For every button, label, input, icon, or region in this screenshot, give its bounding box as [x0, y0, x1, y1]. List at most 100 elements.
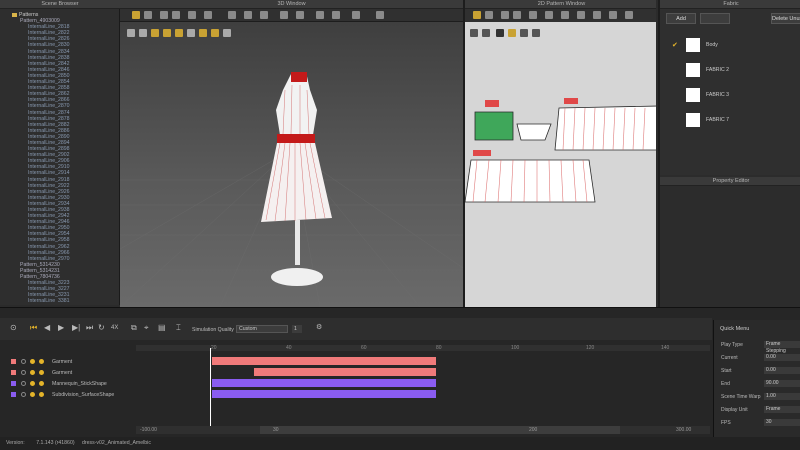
track-clip[interactable] [212, 357, 436, 365]
sew-icon[interactable] [204, 11, 212, 19]
texture-icon[interactable] [280, 11, 288, 19]
window-3d[interactable]: 3D Window [120, 0, 463, 307]
cursor-icon[interactable]: ⌶ [176, 324, 181, 332]
lock-icon[interactable] [30, 359, 35, 364]
viewport-3d[interactable] [120, 0, 463, 307]
visible-icon[interactable] [21, 381, 26, 386]
text-tool-icon[interactable] [520, 29, 528, 37]
solo-icon[interactable] [39, 359, 44, 364]
avatar-show-icon[interactable] [199, 29, 207, 37]
trash-icon[interactable]: ▤ [158, 324, 166, 332]
track-header[interactable]: Garment [0, 357, 136, 367]
view-icon[interactable] [127, 29, 135, 37]
timeline-scrollbar[interactable]: -100.00 30 200 300.00 [136, 426, 710, 434]
key-icon[interactable]: ⌖ [144, 324, 149, 332]
visible-icon[interactable] [21, 359, 26, 364]
pleat-icon[interactable] [609, 11, 617, 19]
stamp-icon[interactable] [532, 29, 540, 37]
window-2d[interactable]: 2D Pattern Window [463, 0, 656, 307]
speed-label[interactable]: 4X [111, 324, 118, 332]
eraser-icon[interactable] [482, 29, 490, 37]
rectangle-icon[interactable] [513, 11, 521, 19]
solo-icon[interactable] [39, 370, 44, 375]
measure-icon[interactable] [228, 11, 236, 19]
quick-menu-value[interactable]: 0.00 [764, 354, 800, 361]
skeleton-icon[interactable] [211, 29, 219, 37]
frame-ruler[interactable]: 20 40 60 80 100 120 140 [136, 345, 710, 351]
lock-icon[interactable] [30, 392, 35, 397]
edit-point-icon[interactable] [485, 11, 493, 19]
quick-menu-value[interactable]: Frame [764, 406, 800, 413]
puff-icon[interactable] [316, 11, 324, 19]
settings-icon[interactable]: ⚙ [316, 324, 322, 332]
scroll-thumb[interactable] [260, 426, 620, 434]
track-header[interactable]: Mannequin_StickShape [0, 379, 136, 389]
add-fabric-button[interactable]: Add [666, 13, 696, 24]
fabric-item[interactable]: FABRIC 7 [670, 111, 800, 131]
shirt-icon[interactable] [187, 29, 195, 37]
record-icon[interactable]: ⊙ [10, 324, 17, 332]
loop-icon[interactable]: ↻ [98, 324, 105, 332]
quick-menu-value[interactable]: 0.00 [764, 367, 800, 374]
light-icon[interactable] [139, 29, 147, 37]
arrange-icon[interactable] [223, 29, 231, 37]
segment-icon[interactable] [593, 11, 601, 19]
lock-icon[interactable] [30, 370, 35, 375]
trace-icon[interactable] [561, 11, 569, 19]
copy-icon[interactable]: ⧉ [131, 324, 137, 332]
fabric-item[interactable]: FABRIC 3 [670, 86, 800, 106]
quick-menu-value[interactable]: 30 [764, 419, 800, 426]
tack-icon[interactable] [172, 11, 180, 19]
quick-menu-value[interactable]: Frame Stepping [764, 341, 800, 354]
camera-icon[interactable] [260, 11, 268, 19]
track-clip[interactable] [254, 368, 436, 376]
delete-unused-button[interactable]: Delete Unused [771, 13, 800, 24]
seam-icon[interactable] [577, 11, 585, 19]
scene-tree[interactable]: Patterns Pattern_4903009 InternalLine_2818… [0, 12, 118, 302]
transform-icon[interactable] [473, 11, 481, 19]
polygon-icon[interactable] [501, 11, 509, 19]
fabric-blank-button[interactable] [700, 13, 730, 24]
dart-icon[interactable] [545, 11, 553, 19]
brush-icon[interactable] [296, 11, 304, 19]
play-icon[interactable]: ▶ [58, 324, 64, 332]
move-icon[interactable] [144, 11, 152, 19]
lock-icon[interactable] [30, 381, 35, 386]
face-icon[interactable] [163, 29, 171, 37]
fabric-item[interactable]: FABRIC 2 [670, 61, 800, 81]
lasso-icon[interactable] [496, 29, 504, 37]
playhead[interactable] [210, 348, 211, 426]
paw-icon[interactable] [175, 29, 183, 37]
step-back-icon[interactable]: ◀ [44, 324, 50, 332]
solo-icon[interactable] [39, 381, 44, 386]
quick-menu-value[interactable]: 1.00 [764, 393, 800, 400]
pin-icon[interactable] [160, 11, 168, 19]
fold-icon[interactable] [188, 11, 196, 19]
button-tool-icon[interactable] [352, 11, 360, 19]
track-header[interactable]: Garment [0, 368, 136, 378]
zipper-icon[interactable] [332, 11, 340, 19]
step-input[interactable]: 1 [292, 325, 302, 333]
tree-item[interactable]: InternalLine_3381 [0, 298, 118, 302]
quality-select[interactable]: Custom [236, 325, 288, 333]
track-clip[interactable] [212, 379, 436, 387]
visible-icon[interactable] [21, 370, 26, 375]
track-clip[interactable] [212, 390, 436, 398]
step-forward-icon[interactable]: ▶| [72, 324, 80, 332]
sticky-note-icon[interactable] [508, 29, 516, 37]
solo-icon[interactable] [39, 392, 44, 397]
render-icon[interactable] [376, 11, 384, 19]
track-header[interactable]: Subdivision_SurfaceShape [0, 390, 136, 400]
select-icon[interactable] [132, 11, 140, 19]
circle-icon[interactable] [529, 11, 537, 19]
sun-icon[interactable] [151, 29, 159, 37]
quick-menu-value[interactable]: 90.00 [764, 380, 800, 387]
go-to-start-icon[interactable]: ⏮ [30, 324, 37, 332]
pattern-canvas[interactable] [465, 0, 656, 307]
go-to-end-icon[interactable]: ⏭ [86, 324, 93, 332]
avatar-icon[interactable] [244, 11, 252, 19]
pen-icon[interactable] [470, 29, 478, 37]
visible-icon[interactable] [21, 392, 26, 397]
fold-line-icon[interactable] [625, 11, 633, 19]
fabric-item[interactable]: ✔ Body [670, 36, 800, 56]
